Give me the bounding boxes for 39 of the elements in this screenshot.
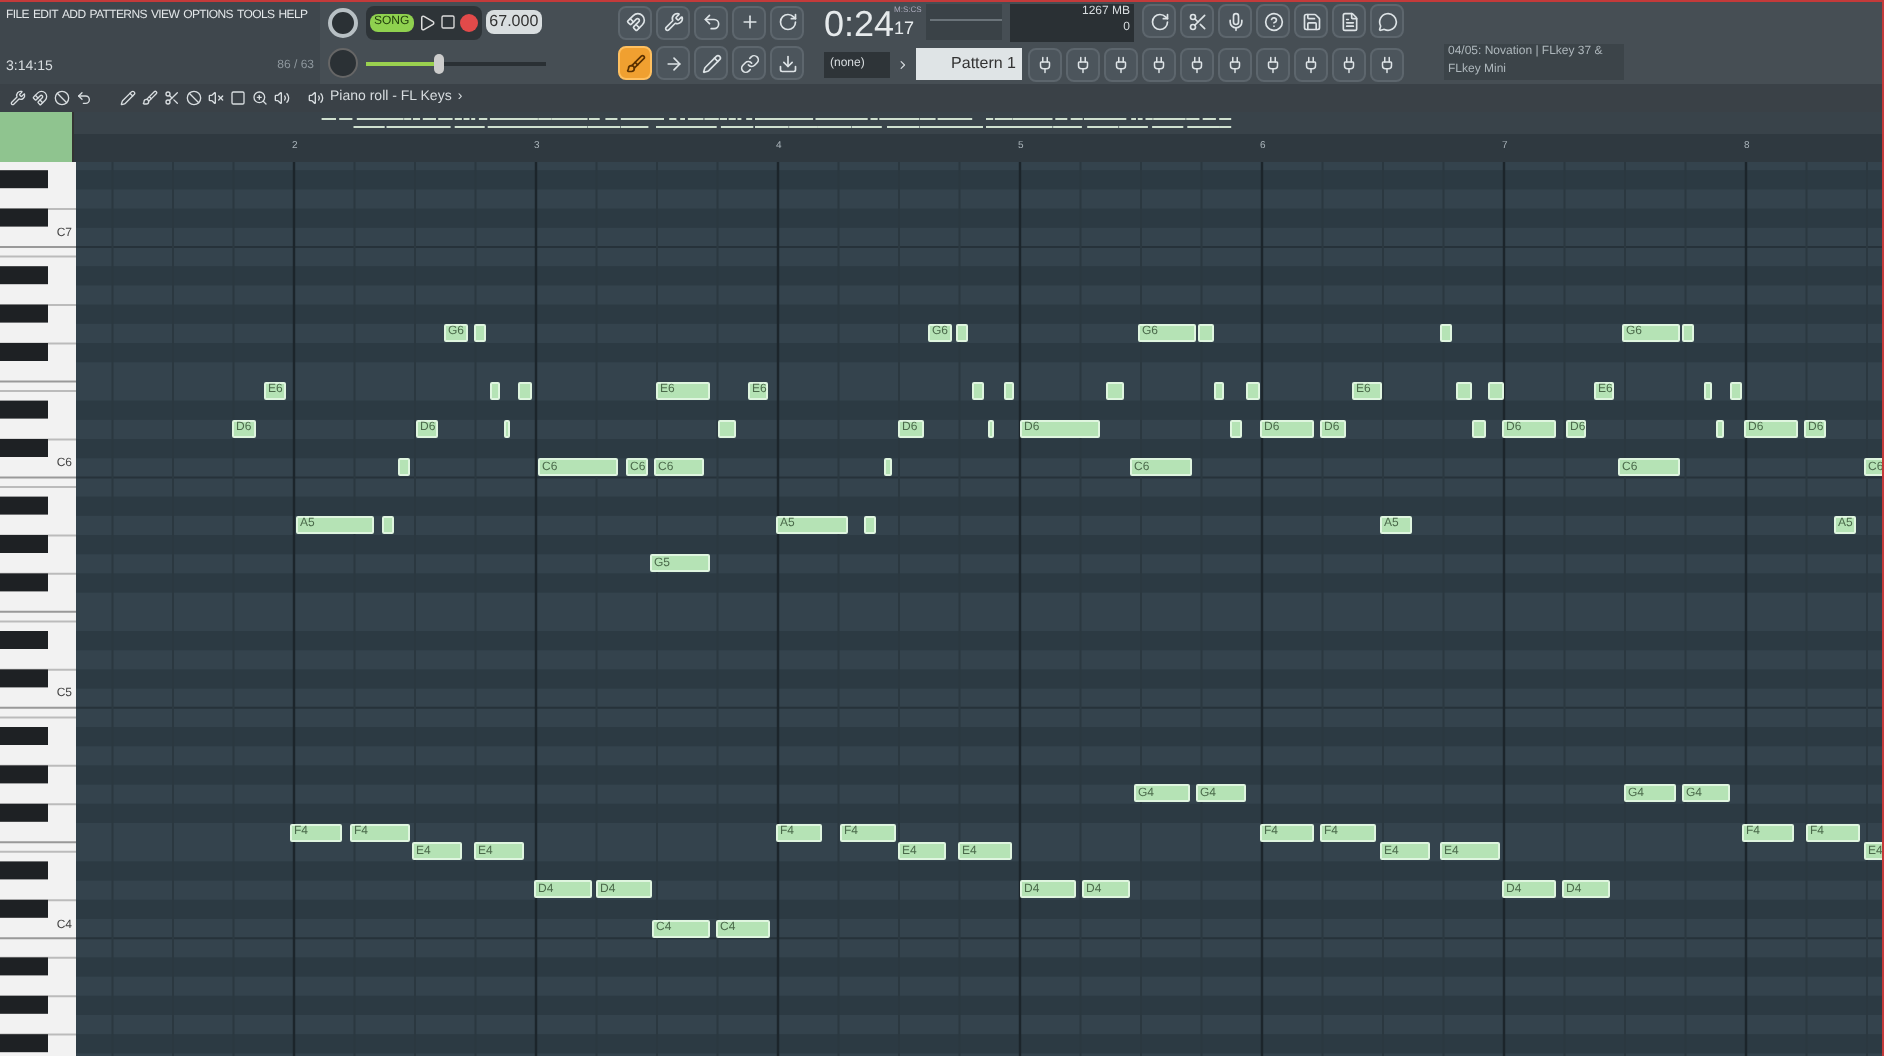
delete-icon[interactable] bbox=[186, 90, 202, 106]
note-block[interactable] bbox=[884, 458, 892, 477]
time-centiseconds: 17 bbox=[894, 16, 917, 42]
mute-icon[interactable] bbox=[208, 90, 224, 106]
play-icon[interactable] bbox=[417, 13, 436, 32]
select-icon[interactable] bbox=[230, 90, 246, 106]
undo-icon[interactable] bbox=[76, 90, 92, 106]
tempo-display[interactable]: 67.000 bbox=[485, 10, 543, 35]
add-icon[interactable] bbox=[732, 5, 766, 40]
wrench-icon[interactable] bbox=[10, 90, 26, 106]
speaker-icon[interactable] bbox=[308, 90, 324, 106]
loop-icon[interactable] bbox=[770, 5, 804, 40]
speaker-icon[interactable] bbox=[274, 90, 290, 106]
save-icon[interactable] bbox=[1294, 4, 1328, 38]
microphone-icon[interactable] bbox=[1218, 4, 1252, 38]
document-icon[interactable] bbox=[1332, 4, 1366, 38]
paintbrush-icon[interactable] bbox=[142, 90, 158, 106]
plug-icon[interactable] bbox=[1256, 47, 1290, 81]
record-icon[interactable] bbox=[459, 13, 478, 32]
help-icon[interactable] bbox=[1256, 4, 1290, 38]
link-icon[interactable] bbox=[732, 46, 766, 81]
pattern-selector[interactable]: Pattern 1 bbox=[916, 48, 1022, 80]
paintbrush-icon[interactable] bbox=[618, 46, 652, 81]
stop-icon[interactable] bbox=[439, 14, 456, 31]
time-display: 0:24 bbox=[824, 4, 895, 44]
knob-icon[interactable] bbox=[328, 7, 358, 38]
slider-thumb[interactable] bbox=[434, 53, 444, 74]
chat-icon[interactable] bbox=[1370, 4, 1404, 38]
note-block[interactable] bbox=[1106, 381, 1124, 400]
note-block[interactable] bbox=[398, 458, 410, 477]
refresh-icon[interactable] bbox=[1142, 4, 1176, 38]
magnet-icon[interactable] bbox=[32, 90, 48, 106]
scissors-icon[interactable] bbox=[164, 90, 180, 106]
pencil-icon[interactable] bbox=[694, 46, 728, 81]
caret-icon[interactable] bbox=[896, 57, 911, 71]
corner-panel bbox=[0, 112, 74, 162]
circle-icon[interactable] bbox=[54, 90, 70, 106]
zoom-icon[interactable] bbox=[252, 90, 268, 106]
scissors-icon[interactable] bbox=[1180, 4, 1214, 38]
